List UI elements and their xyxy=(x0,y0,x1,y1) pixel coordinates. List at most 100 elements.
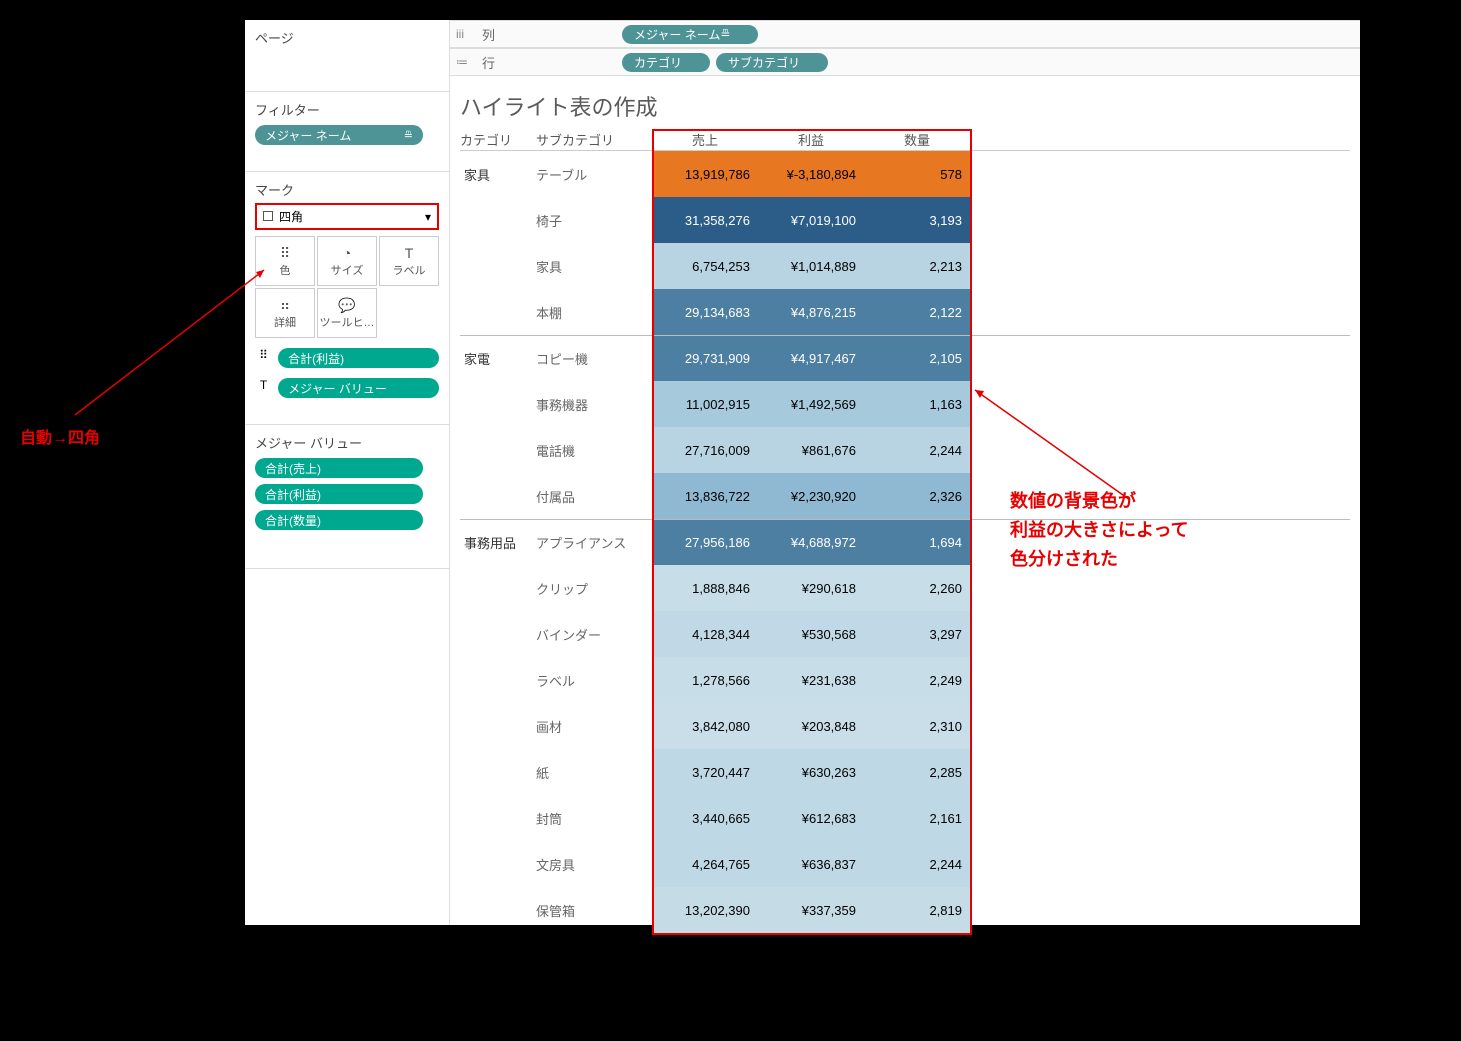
encoding-pill-profit[interactable]: 合計(利益) xyxy=(278,348,439,368)
cell-qty: 2,244 xyxy=(864,427,970,473)
cell-category: 事務用品 xyxy=(460,520,536,565)
filter-pill[interactable]: メジャー ネーム ≞ xyxy=(255,125,423,145)
table-row: 保管箱13,202,390¥337,3592,819 xyxy=(460,887,1350,933)
cell-sales: 1,888,846 xyxy=(652,565,758,611)
app-window: ページ フィルター メジャー ネーム ≞ マーク 四角 ▾ ⠿色 ◔サイズ xyxy=(245,20,1360,925)
cell-qty: 3,193 xyxy=(864,197,970,243)
cell-subcategory: ラベル xyxy=(536,657,652,703)
cell-category xyxy=(460,473,536,519)
cell-qty: 2,213 xyxy=(864,243,970,289)
cell-sales: 13,202,390 xyxy=(652,887,758,933)
cell-subcategory: クリップ xyxy=(536,565,652,611)
cell-profit: ¥7,019,100 xyxy=(758,197,864,243)
cell-subcategory: 事務機器 xyxy=(536,381,652,427)
table-row: 椅子31,358,276¥7,019,1003,193 xyxy=(460,197,1350,243)
cell-subcategory: 付属品 xyxy=(536,473,652,519)
cell-profit: ¥1,014,889 xyxy=(758,243,864,289)
mv-pill-profit[interactable]: 合計(利益) xyxy=(255,484,423,504)
table-row: 事務機器11,002,915¥1,492,5691,163 xyxy=(460,381,1350,427)
cell-sales: 29,731,909 xyxy=(652,336,758,381)
cell-qty: 2,819 xyxy=(864,887,970,933)
cell-subcategory: 電話機 xyxy=(536,427,652,473)
marks-title: マーク xyxy=(255,180,439,199)
table-row: ラベル1,278,566¥231,6382,249 xyxy=(460,657,1350,703)
cell-qty: 1,694 xyxy=(864,520,970,565)
col-pill-measure-names[interactable]: メジャー ネーム≞ xyxy=(622,25,758,44)
label-shelf[interactable]: Tラベル xyxy=(379,236,439,286)
cell-category xyxy=(460,749,536,795)
cell-qty: 2,249 xyxy=(864,657,970,703)
cell-profit: ¥4,917,467 xyxy=(758,336,864,381)
cell-category xyxy=(460,887,536,933)
cell-sales: 29,134,683 xyxy=(652,289,758,335)
tooltip-shelf[interactable]: 💬ツールヒ… xyxy=(317,288,377,338)
cell-profit: ¥337,359 xyxy=(758,887,864,933)
cell-profit: ¥530,568 xyxy=(758,611,864,657)
detail-shelf[interactable]: ⠶詳細 xyxy=(255,288,315,338)
cell-sales: 27,716,009 xyxy=(652,427,758,473)
cell-subcategory: 家具 xyxy=(536,243,652,289)
viz-body: 家具テーブル13,919,786¥-3,180,894578椅子31,358,2… xyxy=(460,150,1350,933)
cell-subcategory: 画材 xyxy=(536,703,652,749)
cell-qty: 2,260 xyxy=(864,565,970,611)
cell-sales: 13,836,722 xyxy=(652,473,758,519)
cell-subcategory: コピー機 xyxy=(536,336,652,381)
cell-sales: 4,264,765 xyxy=(652,841,758,887)
cell-subcategory: 紙 xyxy=(536,749,652,795)
table-row: バインダー4,128,344¥530,5683,297 xyxy=(460,611,1350,657)
cell-profit: ¥1,492,569 xyxy=(758,381,864,427)
cell-profit: ¥203,848 xyxy=(758,703,864,749)
table-row: 付属品13,836,722¥2,230,9202,326 xyxy=(460,473,1350,519)
cell-qty: 3,297 xyxy=(864,611,970,657)
cell-profit: ¥4,876,215 xyxy=(758,289,864,335)
cell-subcategory: アプライアンス xyxy=(536,520,652,565)
row-pill-subcategory[interactable]: サブカテゴリ xyxy=(716,53,828,72)
cell-qty: 2,285 xyxy=(864,749,970,795)
header-sales: 売上 xyxy=(652,130,758,149)
pages-card: ページ xyxy=(245,20,449,92)
marks-card: マーク 四角 ▾ ⠿色 ◔サイズ Tラベル ⠶詳細 💬ツールヒ… ⠿ 合計(利益… xyxy=(245,172,449,425)
cell-qty: 2,310 xyxy=(864,703,970,749)
cell-qty: 1,163 xyxy=(864,381,970,427)
row-pill-category[interactable]: カテゴリ xyxy=(622,53,710,72)
cell-profit: ¥630,263 xyxy=(758,749,864,795)
cell-category xyxy=(460,657,536,703)
cell-subcategory: 保管箱 xyxy=(536,887,652,933)
cell-subcategory: バインダー xyxy=(536,611,652,657)
size-shelf[interactable]: ◔サイズ xyxy=(317,236,377,286)
rows-shelf[interactable]: ≔ 行 カテゴリ サブカテゴリ xyxy=(450,48,1360,76)
annotation-left: 自動→四角 xyxy=(20,425,220,452)
cell-category xyxy=(460,565,536,611)
filters-card: フィルター メジャー ネーム ≞ xyxy=(245,92,449,172)
color-encoding-icon: ⠿ xyxy=(255,348,272,362)
cell-qty: 2,244 xyxy=(864,841,970,887)
mv-pill-qty[interactable]: 合計(数量) xyxy=(255,510,423,530)
table-row: 家電コピー機29,731,909¥4,917,4672,105 xyxy=(460,335,1350,381)
cell-category xyxy=(460,703,536,749)
pages-title: ページ xyxy=(255,28,439,47)
cell-category xyxy=(460,243,536,289)
annotation-right: 数値の背景色が 利益の大きさによって 色分けされた xyxy=(1010,487,1189,573)
cell-profit: ¥-3,180,894 xyxy=(758,151,864,197)
viz-header: カテゴリ サブカテゴリ 売上 利益 数量 xyxy=(460,128,1350,150)
cell-sales: 27,956,186 xyxy=(652,520,758,565)
mv-pill-sales[interactable]: 合計(売上) xyxy=(255,458,423,478)
columns-shelf[interactable]: iii 列 メジャー ネーム≞ xyxy=(450,20,1360,48)
header-profit: 利益 xyxy=(758,130,864,149)
encoding-pill-measure-value[interactable]: メジャー バリュー xyxy=(278,378,439,398)
cell-category: 家電 xyxy=(460,336,536,381)
cell-subcategory: 文房具 xyxy=(536,841,652,887)
columns-icon: iii xyxy=(456,27,482,41)
color-shelf[interactable]: ⠿色 xyxy=(255,236,315,286)
cell-category: 家具 xyxy=(460,151,536,197)
viz-title: ハイライト表の作成 xyxy=(460,90,1350,122)
cell-sales: 1,278,566 xyxy=(652,657,758,703)
mark-type-select[interactable]: 四角 ▾ xyxy=(255,203,439,230)
sort-icon: ≞ xyxy=(720,27,730,41)
cell-profit: ¥2,230,920 xyxy=(758,473,864,519)
header-subcategory: サブカテゴリ xyxy=(536,130,652,149)
shelves: iii 列 メジャー ネーム≞ ≔ 行 カテゴリ サブカテゴリ xyxy=(450,20,1360,76)
measure-values-card: メジャー バリュー 合計(売上) 合計(利益) 合計(数量) xyxy=(245,425,449,569)
cell-profit: ¥612,683 xyxy=(758,795,864,841)
filters-title: フィルター xyxy=(255,100,439,119)
